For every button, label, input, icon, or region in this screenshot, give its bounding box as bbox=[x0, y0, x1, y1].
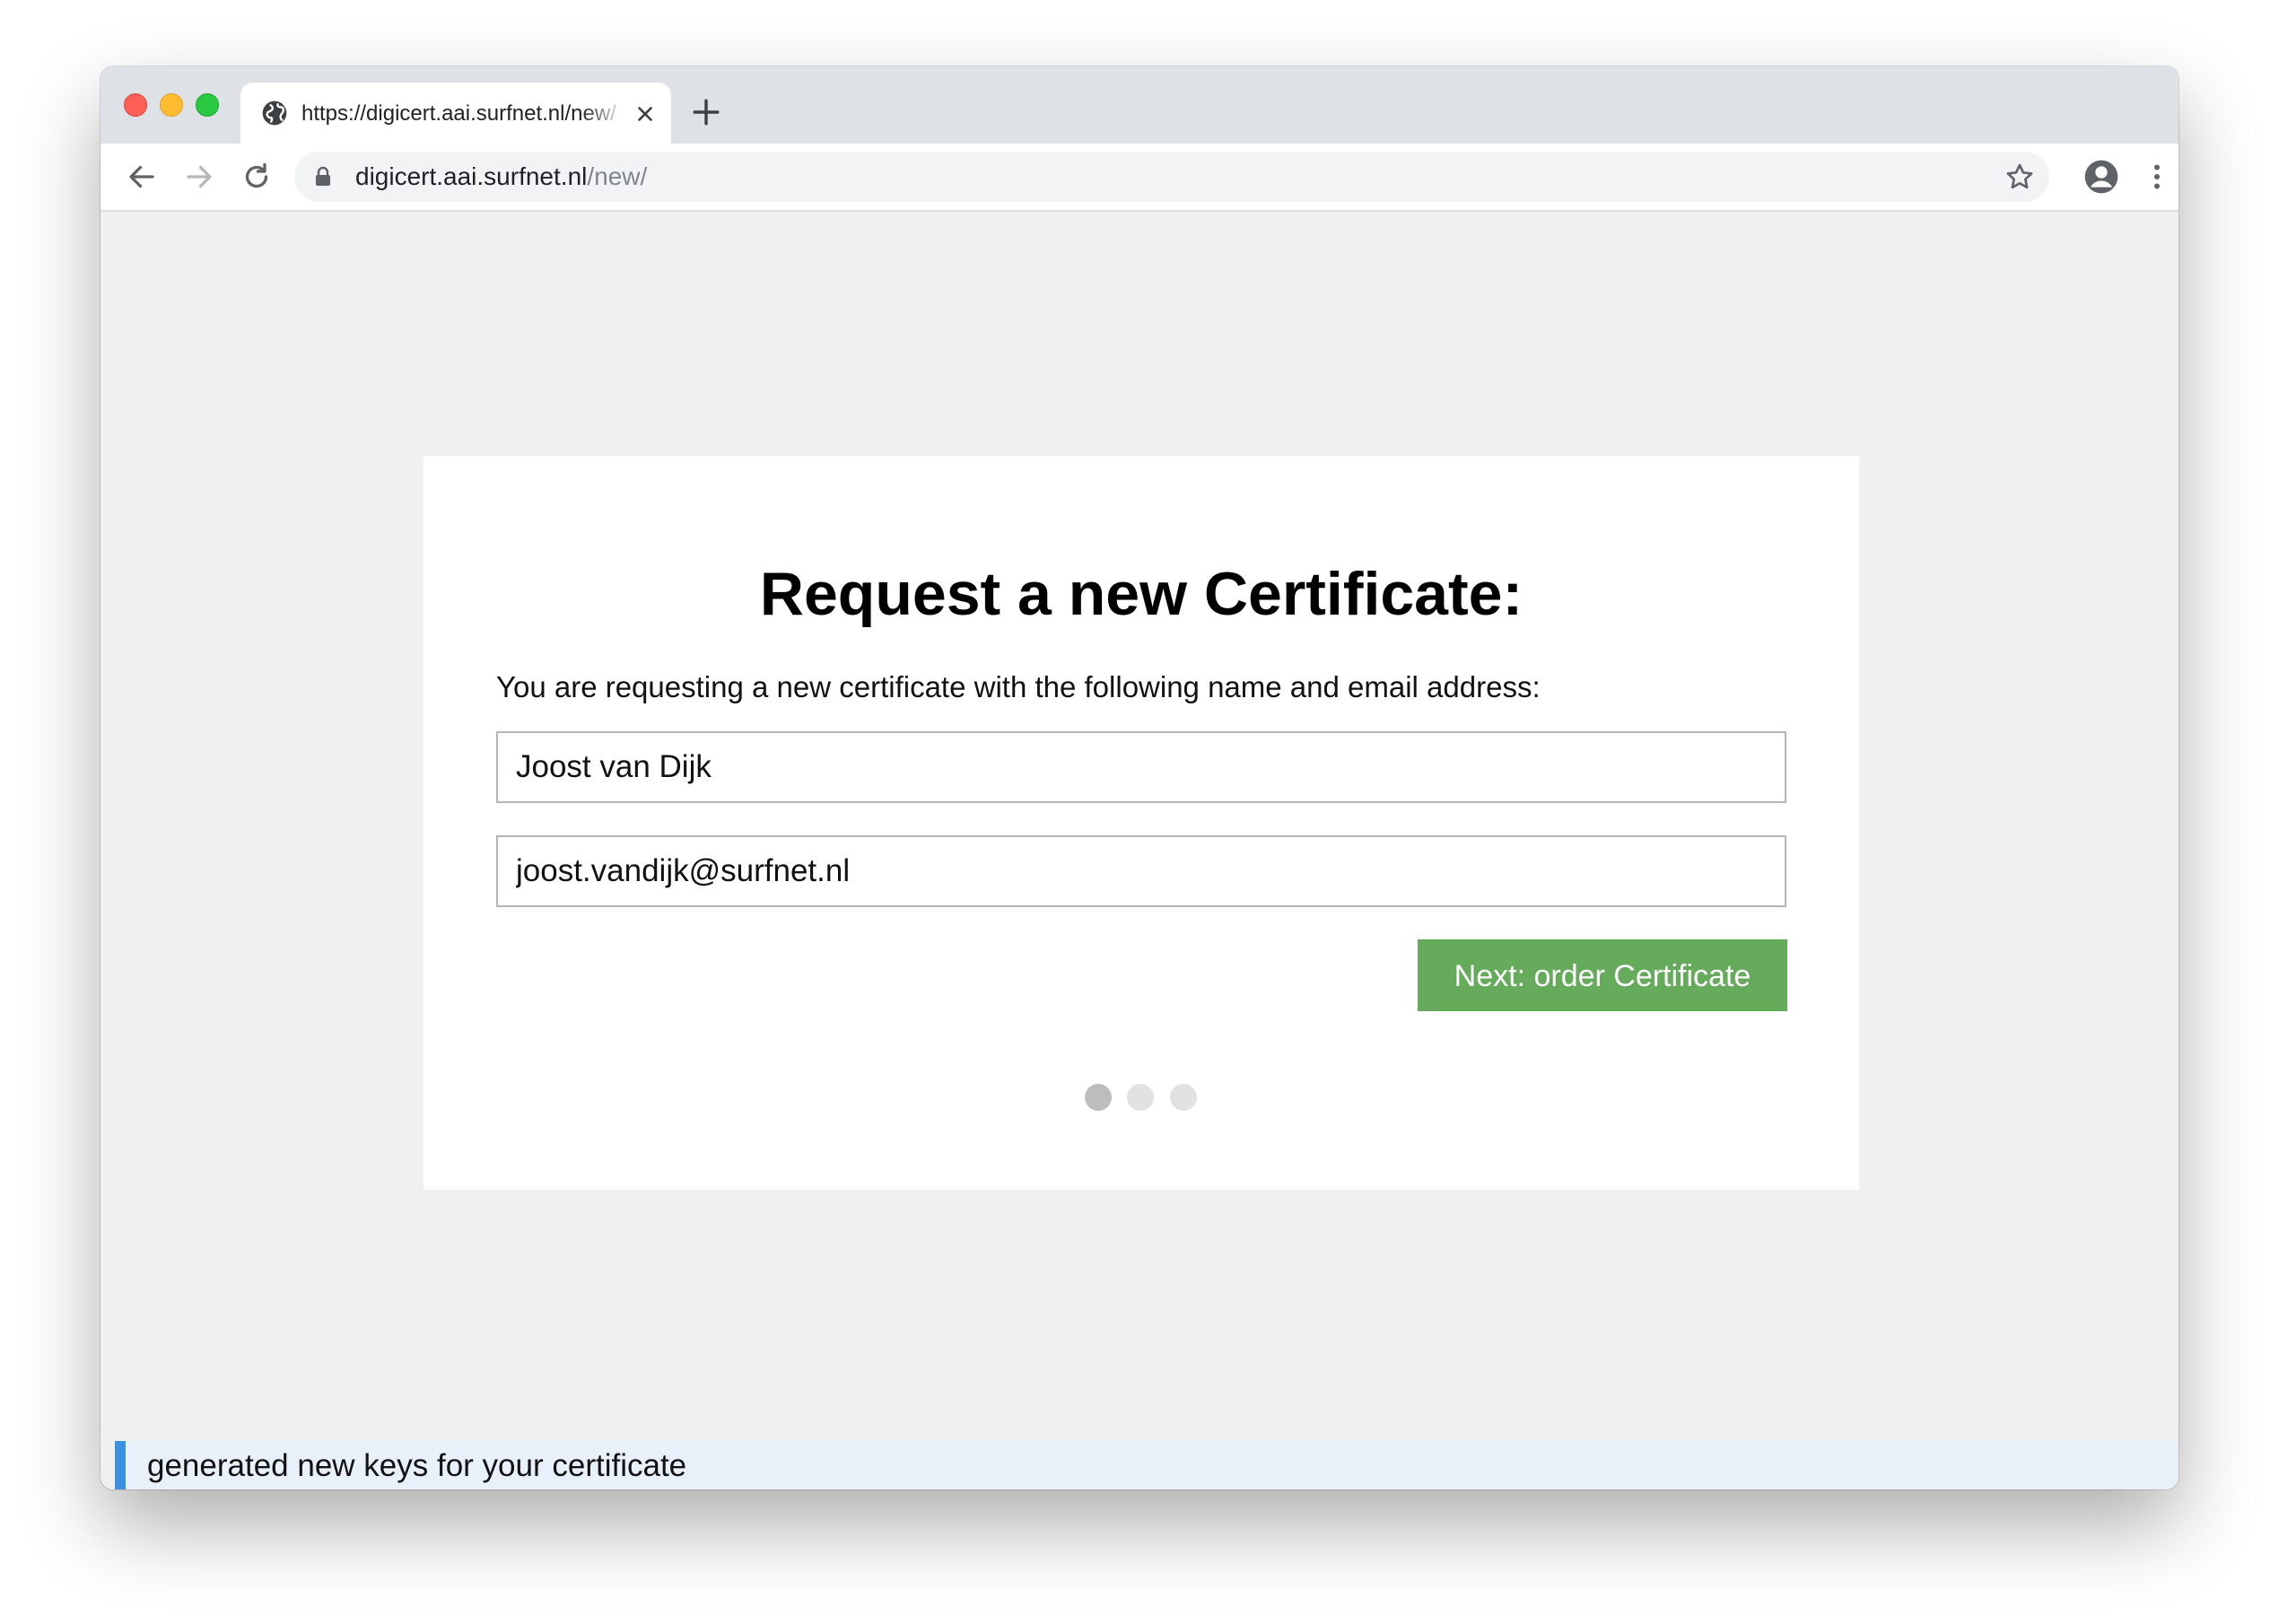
email-field[interactable] bbox=[496, 835, 1786, 907]
request-card: Request a new Certificate: You are reque… bbox=[423, 456, 1859, 1190]
step-indicator bbox=[423, 1084, 1859, 1113]
tab-strip: https://digicert.aai.surfnet.nl/new/ bbox=[100, 66, 2179, 144]
menu-icon[interactable] bbox=[2141, 161, 2173, 193]
forward-arrow-icon[interactable] bbox=[183, 161, 215, 193]
back-arrow-icon[interactable] bbox=[126, 161, 158, 193]
browser-tab[interactable]: https://digicert.aai.surfnet.nl/new/ bbox=[240, 83, 671, 144]
lock-icon[interactable] bbox=[314, 166, 332, 188]
name-field[interactable] bbox=[496, 731, 1786, 803]
new-tab-icon[interactable] bbox=[691, 97, 721, 127]
page-content: Request a new Certificate: You are reque… bbox=[100, 212, 2179, 1489]
browser-toolbar: digicert.aai.surfnet.nl/new/ bbox=[100, 144, 2179, 212]
browser-window: https://digicert.aai.surfnet.nl/new/ dig… bbox=[100, 66, 2179, 1489]
address-url[interactable]: digicert.aai.surfnet.nl/new/ bbox=[355, 162, 647, 191]
reload-icon[interactable] bbox=[240, 161, 273, 193]
close-tab-icon[interactable] bbox=[633, 102, 657, 126]
next-order-certificate-button[interactable]: Next: order Certificate bbox=[1418, 939, 1787, 1011]
status-message-bar: generated new keys for your certificate bbox=[115, 1441, 2179, 1489]
status-message: generated new keys for your certificate bbox=[147, 1448, 687, 1483]
step-dot-3 bbox=[1170, 1084, 1197, 1111]
intro-text: You are requesting a new certificate wit… bbox=[496, 670, 1541, 703]
close-window-button[interactable] bbox=[124, 93, 147, 117]
url-path: /new/ bbox=[587, 162, 648, 190]
step-dot-2 bbox=[1127, 1084, 1154, 1111]
minimize-window-button[interactable] bbox=[160, 93, 183, 117]
status-accent bbox=[115, 1441, 126, 1489]
step-dot-1 bbox=[1085, 1084, 1112, 1111]
maximize-window-button[interactable] bbox=[196, 93, 219, 117]
profile-icon[interactable] bbox=[2083, 159, 2119, 195]
page-title: Request a new Certificate: bbox=[759, 560, 1524, 628]
tab-title: https://digicert.aai.surfnet.nl/new/ bbox=[301, 101, 616, 126]
bookmark-star-icon[interactable] bbox=[2004, 162, 2035, 192]
address-bar[interactable]: digicert.aai.surfnet.nl/new/ bbox=[294, 152, 2049, 202]
globe-icon bbox=[262, 100, 287, 126]
url-host: digicert.aai.surfnet.nl bbox=[355, 162, 588, 190]
